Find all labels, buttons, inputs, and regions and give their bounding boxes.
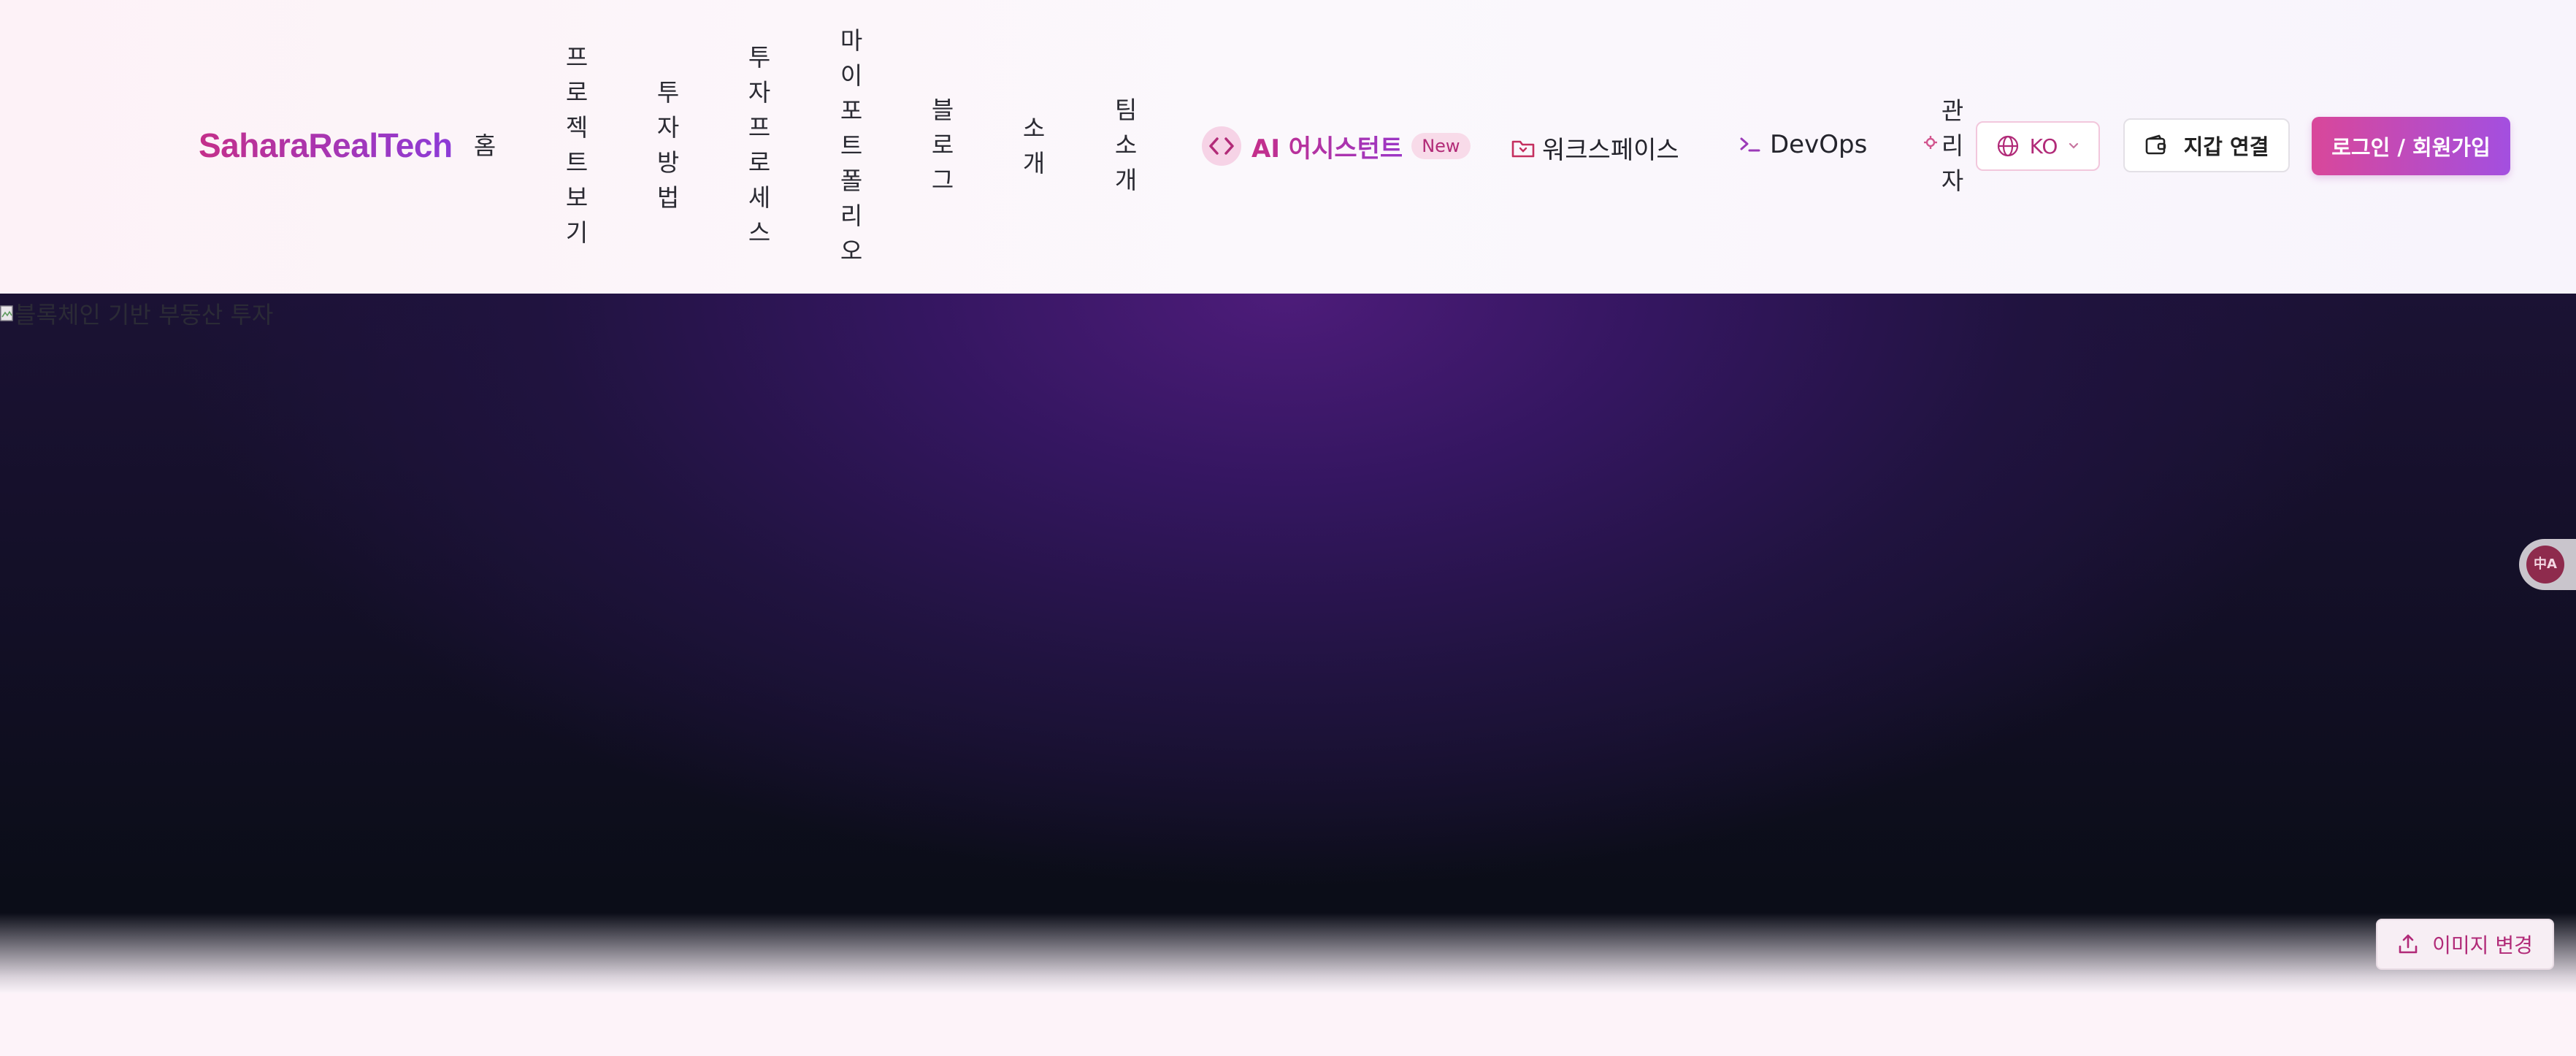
login-signup-button[interactable]: 로그인 / 회원가입 xyxy=(2312,117,2510,175)
change-image-label: 이미지 변경 xyxy=(2432,933,2533,957)
devops-label: DevOps xyxy=(1770,130,1868,159)
upload-icon xyxy=(2399,934,2418,954)
connect-wallet-button[interactable]: 지갑 연결 xyxy=(2123,118,2290,172)
nav-process[interactable]: 투자프로세스 xyxy=(742,40,777,250)
wallet-label: 지갑 연결 xyxy=(2183,134,2269,159)
nav-workspace[interactable]: 워크스페이스 xyxy=(1511,130,1679,166)
page-content-area xyxy=(0,993,2576,1056)
nav-portfolio[interactable]: 마이포트폴리오 xyxy=(834,23,869,269)
hero-image-alt-text: 블록체인 기반 부동산 투자 xyxy=(15,301,274,329)
site-header: SaharaRealTech 홈 프로젝트보기 투자방법 투자프로세스 마이포트… xyxy=(0,0,2576,294)
nav-blog[interactable]: 블로그 xyxy=(925,93,960,198)
nav-admin[interactable]: 관리자 xyxy=(1935,93,1970,199)
folder-icon xyxy=(1511,140,1535,157)
hero-bottom-fade xyxy=(0,913,2576,993)
ai-assistant-label: AI 어시스턴트 xyxy=(1251,129,1403,164)
nav-devops[interactable]: DevOps xyxy=(1739,130,1867,159)
nav-ai-assistant[interactable]: AI 어시스턴트 New xyxy=(1202,126,1471,166)
translate-widget-button[interactable]: 中A xyxy=(2519,539,2576,590)
terminal-icon xyxy=(1740,137,1760,152)
workspace-label: 워크스페이스 xyxy=(1542,136,1679,165)
hero-banner xyxy=(0,294,2576,993)
language-selector[interactable]: KO xyxy=(1976,121,2100,171)
change-image-button[interactable]: 이미지 변경 xyxy=(2376,919,2554,970)
hero-image: 블록체인 기반 부동산 투자 xyxy=(0,296,273,330)
nav-about[interactable]: 소개 xyxy=(1016,111,1051,181)
globe-icon xyxy=(1997,135,2018,157)
nav-home[interactable]: 홈 xyxy=(467,129,502,164)
site-logo[interactable]: SaharaRealTech xyxy=(199,126,453,165)
chevron-down-icon xyxy=(2069,142,2079,149)
broken-image-icon xyxy=(0,305,13,321)
code-icon xyxy=(1202,126,1241,166)
nav-team[interactable]: 팀소개 xyxy=(1108,93,1143,198)
translate-icon: 中A xyxy=(2526,546,2564,584)
new-badge: New xyxy=(1411,133,1471,159)
nav-projects[interactable]: 프로젝트보기 xyxy=(559,40,594,250)
nav-how-to-invest[interactable]: 투자방법 xyxy=(651,75,686,215)
wallet-icon xyxy=(2145,134,2166,155)
language-label: KO xyxy=(2029,134,2058,158)
